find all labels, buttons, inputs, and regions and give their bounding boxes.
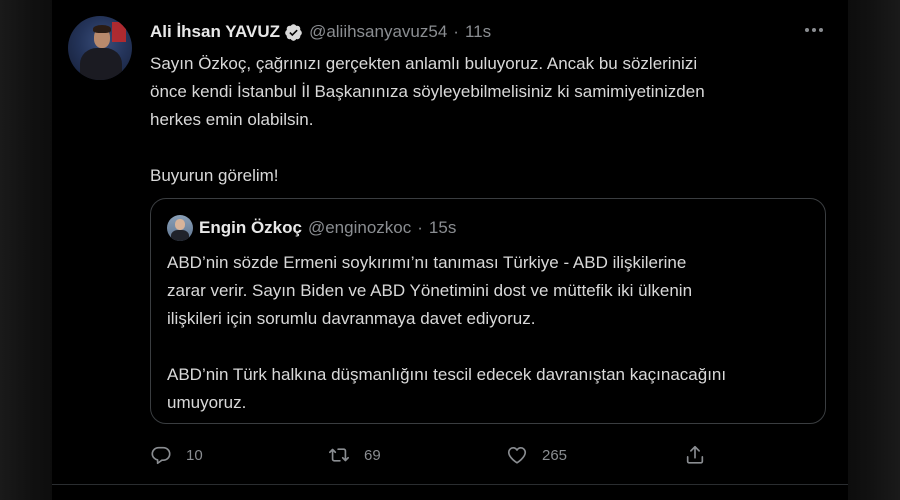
quoted-text-line: ABD’nin sözde Ermeni soykırımı’nı tanıma… [167,253,687,272]
retweet-count: 69 [364,446,381,464]
like-icon [507,447,527,464]
retweet-button[interactable]: 69 [328,444,506,466]
verified-badge-icon [284,23,303,42]
header-separator: · [453,22,459,41]
quoted-tweet[interactable]: Engin Özkoç @enginozkoc · 15s ABD’nin sö… [150,198,826,424]
tweet-header: Ali İhsan YAVUZ @aliihsanyavuz54 · 11s [150,20,491,44]
quoted-avatar-body [171,230,189,241]
tweet-action-bar: 10 69 265 [150,440,790,470]
tweet-text-line: herkes emin olabilsin. [150,110,314,129]
quoted-text-line: ABD’nin Türk halkına düşmanlığını tescil… [167,365,727,384]
reply-count: 10 [186,446,203,464]
share-button[interactable] [684,444,706,466]
reply-icon [151,446,171,465]
quoted-avatar-head [175,219,185,230]
retweet-icon [329,448,349,462]
tweet-text: Sayın Özkoç, çağrınızı gerçekten anlamlı… [150,50,810,190]
quoted-author-name[interactable]: Engin Özkoç [199,218,302,238]
quoted-timestamp[interactable]: 15s [429,218,456,238]
avatar-body [80,48,122,80]
avatar-hair [93,25,111,33]
tweet-divider [52,484,848,485]
like-button[interactable]: 265 [506,444,684,466]
reply-button[interactable]: 10 [150,444,328,466]
like-count: 265 [542,446,568,464]
tweet-timestamp[interactable]: 11s [465,22,491,42]
quoted-author-handle[interactable]: @enginozkoc [308,218,411,238]
tweet-text-line: Sayın Özkoç, çağrınızı gerçekten anlamlı… [150,54,698,73]
author-handle[interactable]: @aliihsanyavuz54 [309,22,447,42]
quoted-text-line: ilişkileri için sorumlu davranmaya davet… [167,309,536,328]
author-name[interactable]: Ali İhsan YAVUZ [150,22,280,42]
quoted-tweet-text: ABD’nin sözde Ermeni soykırımı’nı tanıma… [167,249,807,417]
background-blur-left [0,0,52,500]
tweet-text-line: Buyurun görelim! [150,166,279,185]
avatar-flag [112,22,126,42]
share-icon [686,445,704,464]
more-dots-icon[interactable] [802,20,826,40]
tweet-text-line: önce kendi İstanbul İl Başkanınıza söyle… [150,82,705,101]
tweet-card[interactable]: Ali İhsan YAVUZ @aliihsanyavuz54 · 11s S… [52,0,848,500]
quoted-header-separator: · [417,218,423,237]
quoted-text-line: zarar verir. Sayın Biden ve ABD Yönetimi… [167,281,693,300]
background-blur-right [848,0,900,500]
quoted-author-avatar[interactable] [167,215,193,241]
quoted-text-line: umuyoruz. [167,393,247,412]
quoted-tweet-header: Engin Özkoç @enginozkoc · 15s [199,217,456,239]
author-avatar[interactable] [68,16,132,80]
